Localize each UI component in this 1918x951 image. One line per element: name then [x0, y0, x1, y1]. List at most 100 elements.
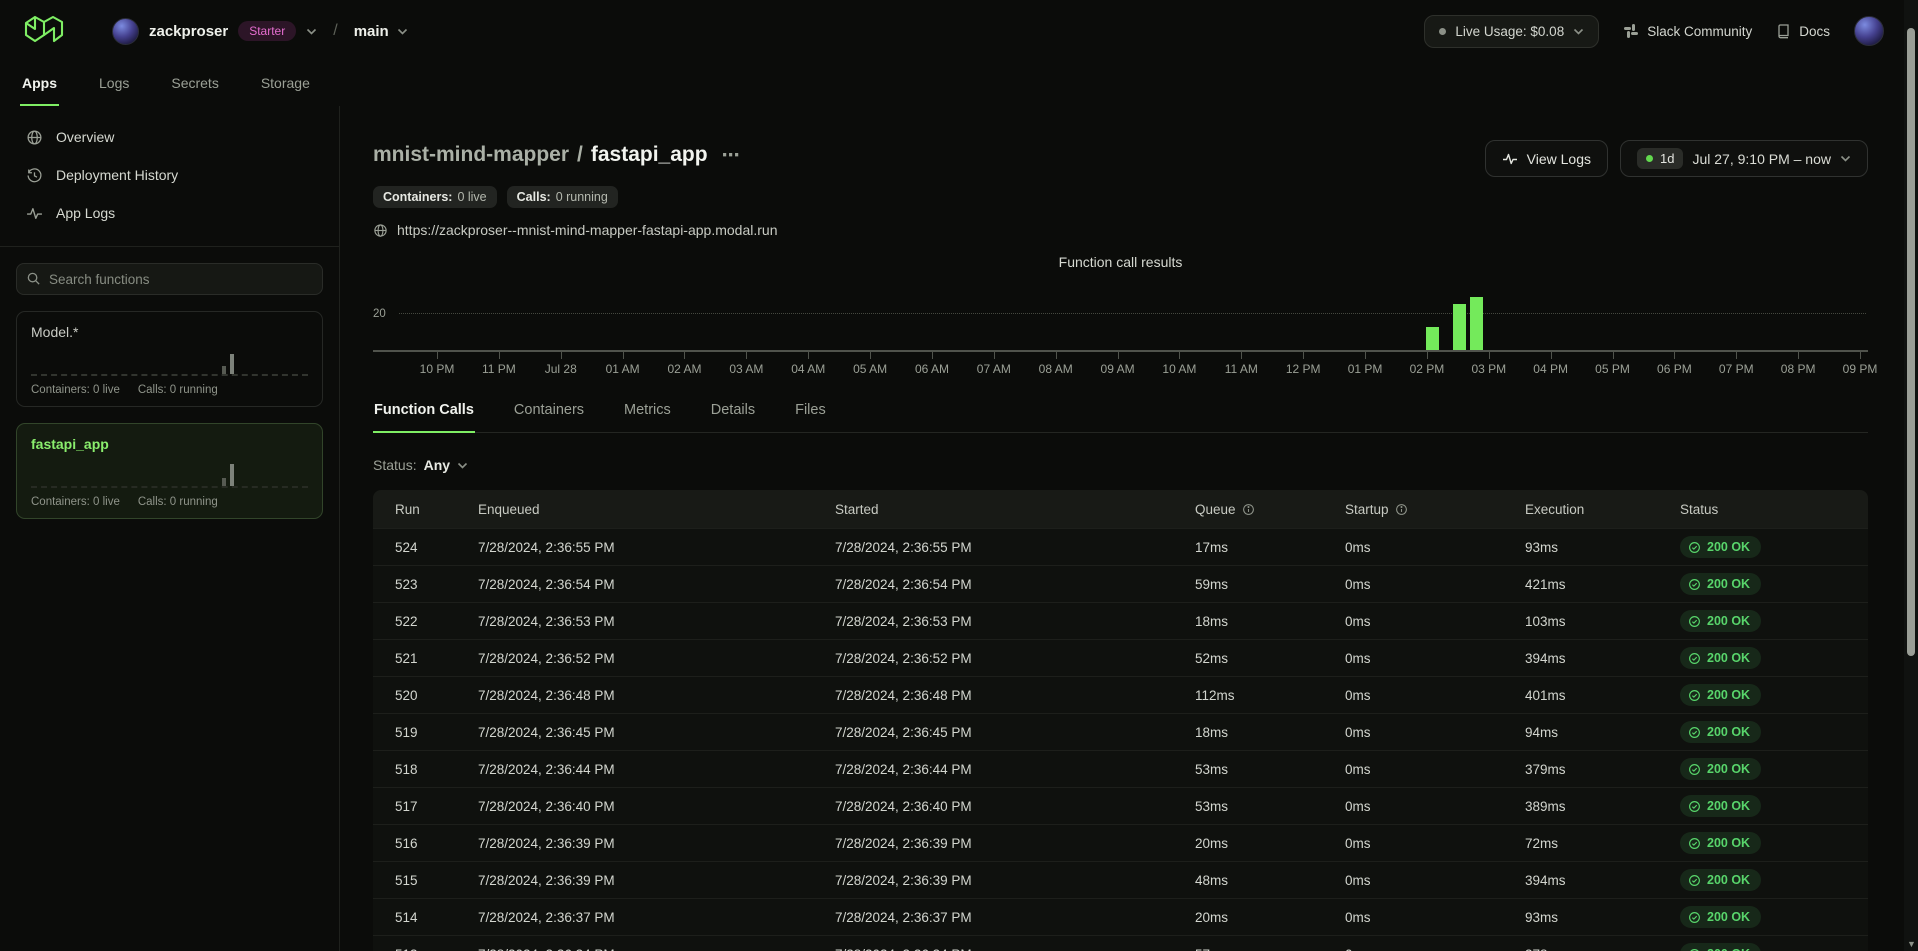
table-row[interactable]: 521 7/28/2024, 2:36:52 PM 7/28/2024, 2:3…	[373, 639, 1868, 676]
x-tick-label: 06 PM	[1657, 362, 1692, 376]
page-title: mnist-mind-mapper/fastapi_app⋯	[373, 140, 741, 170]
function-card-model[interactable]: Model.* Containers: 0 live Calls: 0 runn…	[16, 311, 323, 407]
docs-label: Docs	[1799, 24, 1830, 39]
detail-tab[interactable]: Details	[710, 394, 756, 433]
x-tick-label: 07 AM	[977, 362, 1011, 376]
x-tick-mark	[1241, 352, 1242, 359]
x-tick-mark	[1489, 352, 1490, 359]
x-tick-mark	[623, 352, 624, 359]
workspace-picker[interactable]: zackproser Starter	[112, 18, 317, 45]
globe-icon	[373, 223, 388, 238]
environment-picker[interactable]: main	[354, 23, 408, 40]
function-name: fastapi_app	[591, 143, 708, 166]
table-row[interactable]: 520 7/28/2024, 2:36:48 PM 7/28/2024, 2:3…	[373, 676, 1868, 713]
primary-tab[interactable]: Secrets	[169, 75, 220, 106]
primary-tab[interactable]: Apps	[20, 75, 59, 106]
check-circle-icon	[1688, 726, 1701, 739]
table-header: Run Enqueued Started Queue Startup Execu…	[373, 490, 1868, 528]
table-row[interactable]: 517 7/28/2024, 2:36:40 PM 7/28/2024, 2:3…	[373, 787, 1868, 824]
table-row[interactable]: 523 7/28/2024, 2:36:54 PM 7/28/2024, 2:3…	[373, 565, 1868, 602]
run-cell: 518	[373, 762, 478, 777]
primary-tab[interactable]: Logs	[97, 75, 131, 106]
run-cell: 516	[373, 836, 478, 851]
docs-link[interactable]: Docs	[1776, 23, 1830, 39]
x-tick-mark	[499, 352, 500, 359]
status-badge: 200 OK	[1680, 721, 1761, 743]
column-label: Status	[1680, 502, 1718, 517]
detail-tab[interactable]: Metrics	[623, 394, 672, 433]
x-tick-mark	[932, 352, 933, 359]
table-row[interactable]: 515 7/28/2024, 2:36:39 PM 7/28/2024, 2:3…	[373, 861, 1868, 898]
avatar	[112, 18, 139, 45]
check-circle-icon	[1688, 652, 1701, 665]
pulse-icon	[26, 205, 43, 222]
started-cell: 7/28/2024, 2:36:40 PM	[835, 799, 1195, 814]
sidebar-item-app-logs[interactable]: App Logs	[0, 194, 339, 232]
run-cell: 515	[373, 873, 478, 888]
status-label: 200 OK	[1707, 836, 1750, 850]
app-url-link[interactable]: https://zackproser--mnist-mind-mapper-fa…	[373, 222, 1868, 238]
started-cell: 7/28/2024, 2:36:48 PM	[835, 688, 1195, 703]
execution-cell: 94ms	[1525, 725, 1680, 740]
run-cell: 521	[373, 651, 478, 666]
detail-tab[interactable]: Files	[794, 394, 827, 433]
x-tick-mark	[1179, 352, 1180, 359]
main-content: mnist-mind-mapper/fastapi_app⋯ View Logs…	[340, 106, 1918, 951]
table-row[interactable]: 519 7/28/2024, 2:36:45 PM 7/28/2024, 2:3…	[373, 713, 1868, 750]
x-tick-mark	[1798, 352, 1799, 359]
range-text: Jul 27, 9:10 PM – now	[1692, 151, 1831, 167]
x-tick-label: 02 AM	[667, 362, 701, 376]
column-header: Execution	[1525, 502, 1680, 517]
info-icon[interactable]	[1242, 503, 1255, 516]
startup-cell: 0ms	[1345, 614, 1525, 629]
scrollbar-down-arrow[interactable]: ▼	[1907, 939, 1916, 949]
enqueued-cell: 7/28/2024, 2:36:55 PM	[478, 540, 835, 555]
book-icon	[1776, 23, 1791, 39]
queue-cell: 17ms	[1195, 540, 1345, 555]
queue-cell: 18ms	[1195, 614, 1345, 629]
modal-logo-icon[interactable]	[18, 10, 70, 52]
enqueued-cell: 7/28/2024, 2:36:48 PM	[478, 688, 835, 703]
table-row[interactable]: 516 7/28/2024, 2:36:39 PM 7/28/2024, 2:3…	[373, 824, 1868, 861]
live-usage-button[interactable]: Live Usage: $0.08	[1424, 15, 1599, 48]
search-input[interactable]	[16, 263, 323, 295]
chart-bar	[1453, 304, 1466, 350]
table-row[interactable]: 522 7/28/2024, 2:36:53 PM 7/28/2024, 2:3…	[373, 602, 1868, 639]
table-row[interactable]: 518 7/28/2024, 2:36:44 PM 7/28/2024, 2:3…	[373, 750, 1868, 787]
execution-cell: 401ms	[1525, 688, 1680, 703]
x-tick-mark	[1613, 352, 1614, 359]
function-card-fastapi-app[interactable]: fastapi_app Containers: 0 live Calls: 0 …	[16, 423, 323, 519]
info-icon[interactable]	[1395, 503, 1408, 516]
status-filter[interactable]: Status: Any	[373, 457, 1868, 473]
queue-cell: 18ms	[1195, 725, 1345, 740]
table-row[interactable]: 524 7/28/2024, 2:36:55 PM 7/28/2024, 2:3…	[373, 528, 1868, 565]
status-badge: 200 OK	[1680, 869, 1761, 891]
queue-cell: 53ms	[1195, 799, 1345, 814]
view-logs-button[interactable]: View Logs	[1485, 140, 1608, 177]
x-tick-label: 03 PM	[1471, 362, 1506, 376]
x-tick-label: 01 AM	[606, 362, 640, 376]
execution-cell: 378ms	[1525, 947, 1680, 951]
detail-tab[interactable]: Containers	[513, 394, 585, 433]
primary-tab-label: Secrets	[171, 75, 218, 91]
x-tick-mark	[994, 352, 995, 359]
column-label: Enqueued	[478, 502, 540, 517]
search-icon	[26, 271, 41, 286]
primary-tab[interactable]: Storage	[259, 75, 312, 106]
live-usage-label: Live Usage: $0.08	[1455, 24, 1564, 39]
run-cell: 520	[373, 688, 478, 703]
more-menu-button[interactable]: ⋯	[722, 145, 741, 165]
user-avatar[interactable]	[1854, 16, 1884, 46]
status-label: 200 OK	[1707, 688, 1750, 702]
time-range-picker[interactable]: 1d Jul 27, 9:10 PM – now	[1620, 140, 1868, 177]
x-tick-mark	[1674, 352, 1675, 359]
x-tick-label: 06 AM	[915, 362, 949, 376]
table-row[interactable]: 514 7/28/2024, 2:36:37 PM 7/28/2024, 2:3…	[373, 898, 1868, 935]
detail-tab[interactable]: Function Calls	[373, 394, 475, 433]
slack-community-link[interactable]: Slack Community	[1623, 23, 1752, 39]
column-label: Startup	[1345, 502, 1389, 517]
table-row[interactable]: 513 7/28/2024, 2:36:34 PM 7/28/2024, 2:3…	[373, 935, 1868, 951]
sidebar-item-deployment-history[interactable]: Deployment History	[0, 156, 339, 194]
scrollbar-thumb[interactable]	[1907, 28, 1915, 656]
sidebar-item-overview[interactable]: Overview	[0, 118, 339, 156]
